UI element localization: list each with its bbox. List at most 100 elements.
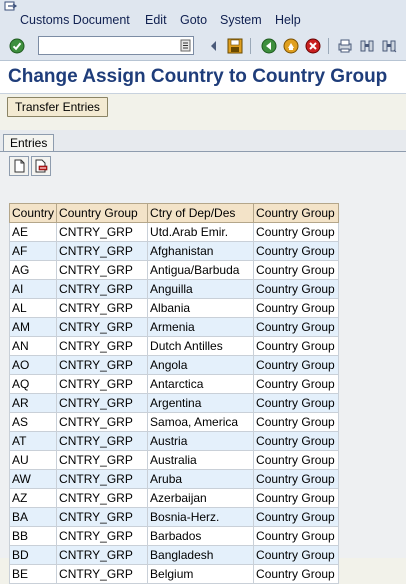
- command-collapse-icon[interactable]: [205, 37, 223, 55]
- cell-country-group[interactable]: CNTRY_GRP: [56, 393, 149, 413]
- cell-country-group[interactable]: CNTRY_GRP: [56, 374, 149, 394]
- menu-edit[interactable]: Edit: [145, 13, 167, 27]
- cell-country-group-desc[interactable]: Country Group: [253, 412, 340, 432]
- cell-country[interactable]: BD: [8, 545, 58, 565]
- table-row[interactable]: AQ CNTRY_GRP Antarctica Country Group: [8, 374, 340, 394]
- new-entry-icon[interactable]: [9, 156, 29, 176]
- print-icon[interactable]: [336, 37, 354, 55]
- cell-country[interactable]: AF: [8, 241, 58, 261]
- column-header-country-group[interactable]: Country Group: [56, 203, 149, 223]
- cell-ctry-dep-des[interactable]: Armenia: [147, 317, 255, 337]
- menu-help[interactable]: Help: [275, 13, 301, 27]
- cell-country-group[interactable]: CNTRY_GRP: [56, 336, 149, 356]
- cell-country[interactable]: AU: [8, 450, 58, 470]
- cell-country-group[interactable]: CNTRY_GRP: [56, 279, 149, 299]
- back-icon[interactable]: [260, 37, 278, 55]
- cell-country-group-desc[interactable]: Country Group: [253, 317, 340, 337]
- delete-entry-icon[interactable]: [31, 156, 51, 176]
- cell-country[interactable]: AO: [8, 355, 58, 375]
- table-row[interactable]: AF CNTRY_GRP Afghanistan Country Group: [8, 241, 340, 261]
- command-input[interactable]: [41, 38, 175, 55]
- cell-country-group[interactable]: CNTRY_GRP: [56, 298, 149, 318]
- cell-country-group-desc[interactable]: Country Group: [253, 336, 340, 356]
- table-row[interactable]: AZ CNTRY_GRP Azerbaijan Country Group: [8, 488, 340, 508]
- cell-country-group[interactable]: CNTRY_GRP: [56, 450, 149, 470]
- cell-country-group[interactable]: CNTRY_GRP: [56, 241, 149, 261]
- table-row[interactable]: AG CNTRY_GRP Antigua/Barbuda Country Group: [8, 260, 340, 280]
- column-header-country-group-desc[interactable]: Country Group: [253, 203, 340, 223]
- cell-country-group[interactable]: CNTRY_GRP: [56, 355, 149, 375]
- table-row[interactable]: AR CNTRY_GRP Argentina Country Group: [8, 393, 340, 413]
- cell-ctry-dep-des[interactable]: Samoa, America: [147, 412, 255, 432]
- cell-country[interactable]: BB: [8, 526, 58, 546]
- find-next-icon[interactable]: [380, 37, 398, 55]
- cell-country[interactable]: AS: [8, 412, 58, 432]
- cell-country-group-desc[interactable]: Country Group: [253, 279, 340, 299]
- cell-country-group[interactable]: CNTRY_GRP: [56, 545, 149, 565]
- cell-country-group-desc[interactable]: Country Group: [253, 469, 340, 489]
- column-header-ctry-dep-des[interactable]: Ctry of Dep/Des: [147, 203, 255, 223]
- column-header-country[interactable]: Country: [8, 203, 58, 223]
- cell-ctry-dep-des[interactable]: Albania: [147, 298, 255, 318]
- cell-ctry-dep-des[interactable]: Argentina: [147, 393, 255, 413]
- check-icon[interactable]: [8, 37, 26, 55]
- cell-country[interactable]: AW: [8, 469, 58, 489]
- cell-country-group[interactable]: CNTRY_GRP: [56, 260, 149, 280]
- cell-country-group[interactable]: CNTRY_GRP: [56, 317, 149, 337]
- cell-ctry-dep-des[interactable]: Azerbaijan: [147, 488, 255, 508]
- cell-ctry-dep-des[interactable]: Australia: [147, 450, 255, 470]
- table-row[interactable]: AE CNTRY_GRP Utd.Arab Emir. Country Group: [8, 222, 340, 242]
- cell-country-group[interactable]: CNTRY_GRP: [56, 526, 149, 546]
- table-row[interactable]: AL CNTRY_GRP Albania Country Group: [8, 298, 340, 318]
- find-icon[interactable]: [358, 37, 376, 55]
- tab-entries[interactable]: Entries: [3, 134, 55, 151]
- cell-country-group-desc[interactable]: Country Group: [253, 488, 340, 508]
- cell-country[interactable]: AQ: [8, 374, 58, 394]
- cell-country-group-desc[interactable]: Country Group: [253, 374, 340, 394]
- cell-country-group-desc[interactable]: Country Group: [253, 431, 340, 451]
- cell-country[interactable]: AM: [8, 317, 58, 337]
- cell-country-group[interactable]: CNTRY_GRP: [56, 431, 149, 451]
- cell-ctry-dep-des[interactable]: Belgium: [147, 564, 255, 584]
- cell-ctry-dep-des[interactable]: Anguilla: [147, 279, 255, 299]
- cell-ctry-dep-des[interactable]: Angola: [147, 355, 255, 375]
- table-row[interactable]: BA CNTRY_GRP Bosnia-Herz. Country Group: [8, 507, 340, 527]
- cell-country[interactable]: AT: [8, 431, 58, 451]
- cell-country-group-desc[interactable]: Country Group: [253, 355, 340, 375]
- cell-country-group-desc[interactable]: Country Group: [253, 260, 340, 280]
- cancel-icon[interactable]: [304, 37, 322, 55]
- table-row[interactable]: BD CNTRY_GRP Bangladesh Country Group: [8, 545, 340, 565]
- cell-country[interactable]: BE: [8, 564, 58, 584]
- menu-system-icon[interactable]: [4, 1, 18, 13]
- cell-country[interactable]: AE: [8, 222, 58, 242]
- cell-country-group-desc[interactable]: Country Group: [253, 450, 340, 470]
- cell-country[interactable]: AZ: [8, 488, 58, 508]
- cell-country-group[interactable]: CNTRY_GRP: [56, 564, 149, 584]
- menu-goto[interactable]: Goto: [180, 13, 207, 27]
- table-row[interactable]: AW CNTRY_GRP Aruba Country Group: [8, 469, 340, 489]
- command-field[interactable]: [38, 36, 194, 55]
- cell-country[interactable]: AI: [8, 279, 58, 299]
- table-row[interactable]: AO CNTRY_GRP Angola Country Group: [8, 355, 340, 375]
- table-row[interactable]: AN CNTRY_GRP Dutch Antilles Country Group: [8, 336, 340, 356]
- cell-country-group[interactable]: CNTRY_GRP: [56, 488, 149, 508]
- cell-country-group[interactable]: CNTRY_GRP: [56, 469, 149, 489]
- table-row[interactable]: AS CNTRY_GRP Samoa, America Country Group: [8, 412, 340, 432]
- table-row[interactable]: AU CNTRY_GRP Australia Country Group: [8, 450, 340, 470]
- cell-ctry-dep-des[interactable]: Bosnia-Herz.: [147, 507, 255, 527]
- cell-country-group[interactable]: CNTRY_GRP: [56, 507, 149, 527]
- cell-country[interactable]: BA: [8, 507, 58, 527]
- cell-country-group-desc[interactable]: Country Group: [253, 526, 340, 546]
- cell-ctry-dep-des[interactable]: Bangladesh: [147, 545, 255, 565]
- transfer-entries-button[interactable]: Transfer Entries: [7, 97, 108, 117]
- menu-system[interactable]: System: [220, 13, 262, 27]
- cell-country[interactable]: AR: [8, 393, 58, 413]
- table-row[interactable]: AT CNTRY_GRP Austria Country Group: [8, 431, 340, 451]
- command-history-icon[interactable]: [180, 39, 191, 52]
- cell-country-group[interactable]: CNTRY_GRP: [56, 412, 149, 432]
- cell-country-group-desc[interactable]: Country Group: [253, 298, 340, 318]
- save-icon[interactable]: [226, 37, 244, 55]
- cell-ctry-dep-des[interactable]: Afghanistan: [147, 241, 255, 261]
- cell-country[interactable]: AN: [8, 336, 58, 356]
- cell-ctry-dep-des[interactable]: Dutch Antilles: [147, 336, 255, 356]
